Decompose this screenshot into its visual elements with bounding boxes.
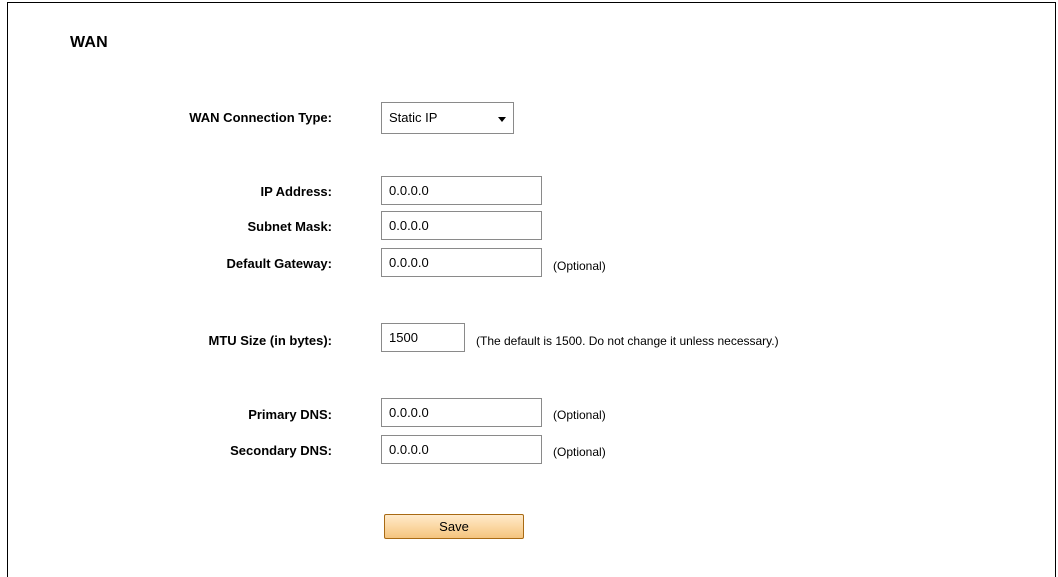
ip-address-label: IP Address:: [260, 184, 332, 199]
save-button[interactable]: Save: [384, 514, 524, 539]
subnet-mask-input[interactable]: [381, 211, 542, 240]
connection-type-label: WAN Connection Type:: [189, 110, 332, 125]
mtu-size-hint: (The default is 1500. Do not change it u…: [476, 334, 779, 348]
caret-down-icon: [498, 117, 506, 122]
page-title: WAN: [70, 34, 108, 51]
secondary-dns-label: Secondary DNS:: [230, 443, 332, 458]
mtu-size-label: MTU Size (in bytes):: [208, 333, 332, 348]
content-frame: [7, 2, 1056, 577]
mtu-size-input[interactable]: [381, 323, 465, 352]
primary-dns-hint: (Optional): [553, 408, 606, 422]
primary-dns-label: Primary DNS:: [248, 407, 332, 422]
primary-dns-input[interactable]: [381, 398, 542, 427]
ip-address-input[interactable]: [381, 176, 542, 205]
subnet-mask-label: Subnet Mask:: [247, 219, 332, 234]
default-gateway-label: Default Gateway:: [226, 256, 332, 271]
default-gateway-hint: (Optional): [553, 259, 606, 273]
secondary-dns-hint: (Optional): [553, 445, 606, 459]
connection-type-select[interactable]: Static IP: [381, 102, 514, 134]
connection-type-value: Static IP: [389, 110, 438, 125]
secondary-dns-input[interactable]: [381, 435, 542, 464]
default-gateway-input[interactable]: [381, 248, 542, 277]
